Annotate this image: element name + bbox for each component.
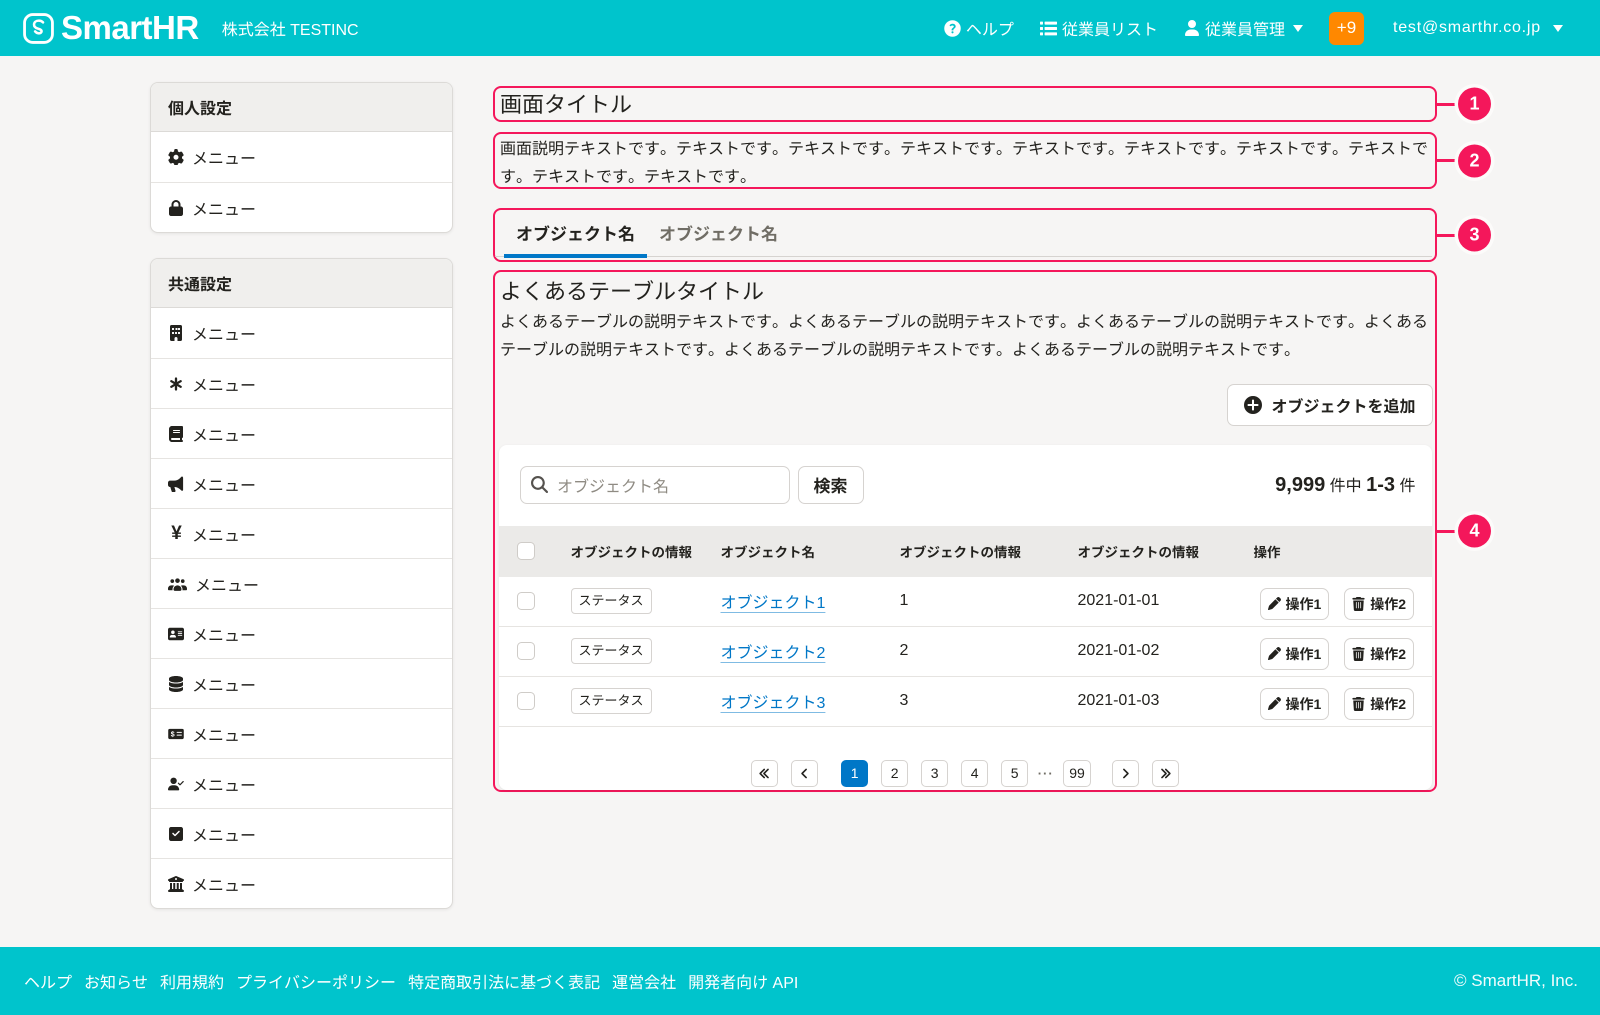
svg-text:$: $ [171, 731, 175, 738]
